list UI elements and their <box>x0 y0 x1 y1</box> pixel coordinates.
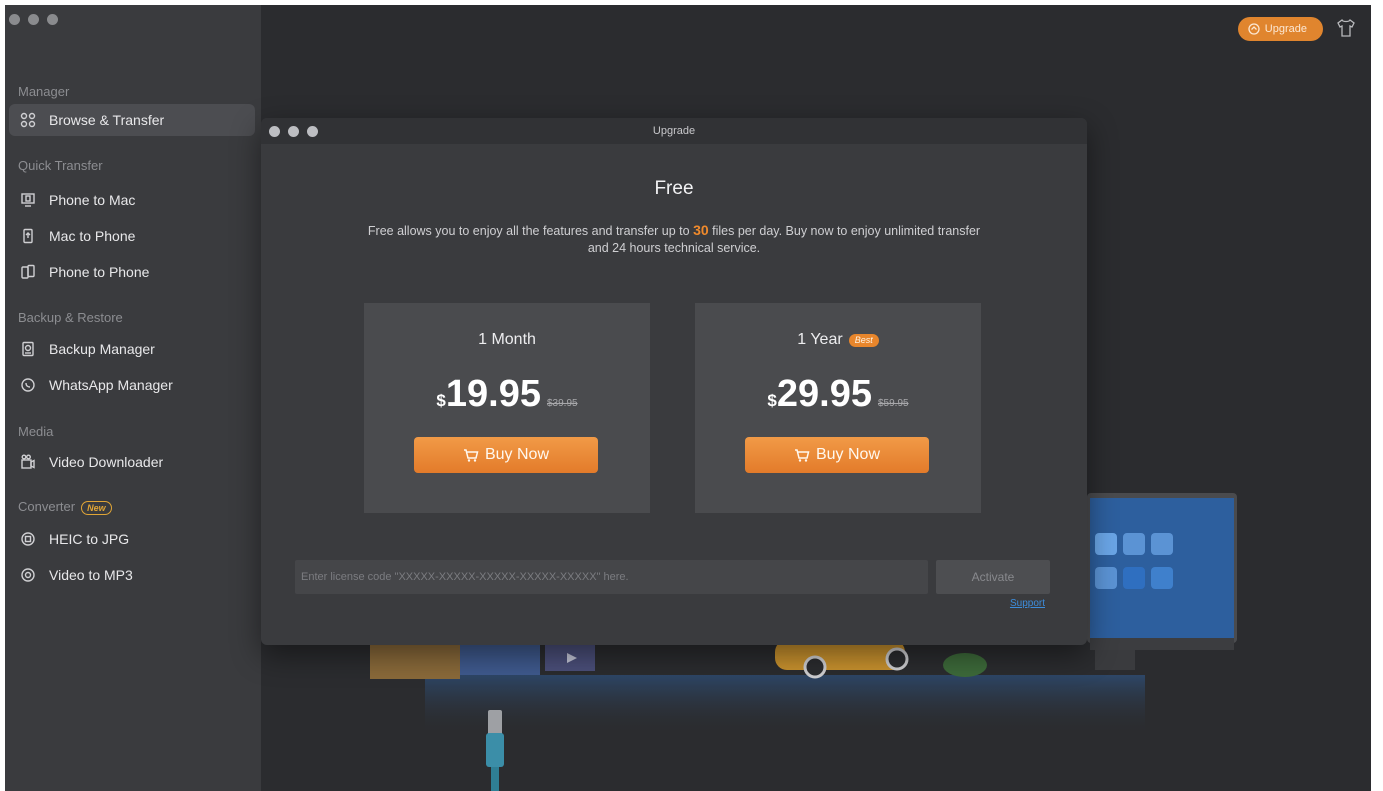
mp3-convert-icon <box>19 566 37 584</box>
shirt-icon[interactable] <box>1335 17 1357 39</box>
section-label-manager: Manager <box>18 84 70 99</box>
activate-button[interactable]: Activate <box>936 560 1050 594</box>
sidebar-item-label: Backup Manager <box>49 341 155 357</box>
sidebar-item-label: Phone to Phone <box>49 264 150 280</box>
plan-price: $29.95 $59.95 <box>695 373 981 416</box>
price-amount: 19.95 <box>445 373 541 415</box>
sidebar-item-label: Video Downloader <box>49 454 164 470</box>
plan-title-text: 1 Year <box>797 331 843 348</box>
cart-icon <box>794 449 810 462</box>
phone-to-mac-icon <box>19 191 37 209</box>
section-label-media: Media <box>18 424 54 439</box>
grid-icon <box>19 111 37 129</box>
sidebar-item-video-to-mp3[interactable]: Video to MP3 <box>9 559 255 591</box>
buy-monthly-button[interactable]: Buy Now <box>414 437 598 473</box>
original-price: $59.95 <box>877 398 909 409</box>
plan-card-yearly: 1 Year Best $29.95 $59.95 Buy Now <box>695 303 981 513</box>
daily-file-limit: 30 <box>693 222 709 238</box>
current-plan-name: Free <box>654 178 694 199</box>
heic-convert-icon <box>19 530 37 548</box>
plan-title: 1 Month <box>364 331 650 349</box>
description-text-before: Free allows you to enjoy all the feature… <box>367 224 694 238</box>
upgrade-label: Upgrade <box>1264 23 1307 35</box>
section-label-text: Converter <box>18 499 76 514</box>
sidebar: Manager Browse & Transfer Quick Transfer… <box>5 5 261 791</box>
sidebar-item-label: Mac to Phone <box>49 228 136 244</box>
app-window: Manager Browse & Transfer Quick Transfer… <box>5 5 1371 791</box>
minimize-window-button[interactable] <box>28 14 39 25</box>
backup-icon <box>19 340 37 358</box>
cart-icon <box>463 449 479 462</box>
dialog-titlebar: Upgrade <box>261 118 1087 144</box>
support-link[interactable]: Support <box>1010 598 1045 609</box>
sidebar-item-backup-manager[interactable]: Backup Manager <box>9 333 255 365</box>
upgrade-arrow-icon <box>1248 23 1260 35</box>
whatsapp-icon <box>19 376 37 394</box>
plan-price: $19.95 $39.95 <box>364 373 650 416</box>
sidebar-item-label: Video to MP3 <box>49 567 133 583</box>
sidebar-item-phone-to-phone[interactable]: Phone to Phone <box>9 256 255 288</box>
price-amount: 29.95 <box>776 373 872 415</box>
window-controls[interactable] <box>9 14 58 25</box>
sidebar-item-heic-to-jpg[interactable]: HEIC to JPG <box>9 523 255 555</box>
section-label-backup-restore: Backup & Restore <box>18 310 123 325</box>
phone-to-phone-icon <box>19 263 37 281</box>
plan-title-text: 1 Month <box>478 331 536 348</box>
best-badge: Best <box>848 333 879 347</box>
currency-symbol: $ <box>436 391 446 410</box>
buy-button-label: Buy Now <box>815 446 881 463</box>
original-price: $39.95 <box>546 398 578 409</box>
plan-title: 1 Year Best <box>695 331 981 349</box>
sidebar-item-mac-to-phone[interactable]: Mac to Phone <box>9 220 255 252</box>
section-label-converter: Converter New <box>18 499 112 515</box>
buy-button-label: Buy Now <box>484 446 550 463</box>
sidebar-item-label: HEIC to JPG <box>49 531 130 547</box>
upgrade-dialog: Upgrade Free Free allows you to enjoy al… <box>261 118 1087 645</box>
sidebar-item-label: Phone to Mac <box>49 192 136 208</box>
sidebar-item-whatsapp-manager[interactable]: WhatsApp Manager <box>9 369 255 401</box>
plan-description: Free allows you to enjoy all the feature… <box>361 222 987 257</box>
sidebar-item-label: Browse & Transfer <box>49 112 165 128</box>
zoom-window-button[interactable] <box>47 14 58 25</box>
close-window-button[interactable] <box>9 14 20 25</box>
sidebar-item-label: WhatsApp Manager <box>49 377 173 393</box>
mac-to-phone-icon <box>19 227 37 245</box>
sidebar-item-browse-transfer[interactable]: Browse & Transfer <box>9 104 255 136</box>
buy-yearly-button[interactable]: Buy Now <box>745 437 929 473</box>
sidebar-item-phone-to-mac[interactable]: Phone to Mac <box>9 184 255 216</box>
new-badge: New <box>81 501 112 515</box>
license-code-input[interactable]: Enter license code "XXXXX-XXXXX-XXXXX-XX… <box>295 560 928 594</box>
section-label-quick-transfer: Quick Transfer <box>18 158 103 173</box>
dialog-title: Upgrade <box>652 125 696 137</box>
plan-card-monthly: 1 Month $19.95 $39.95 Buy Now <box>364 303 650 513</box>
currency-symbol: $ <box>767 391 777 410</box>
upgrade-button[interactable]: Upgrade <box>1237 17 1323 41</box>
video-download-icon <box>19 453 37 471</box>
sidebar-item-video-downloader[interactable]: Video Downloader <box>9 446 255 478</box>
